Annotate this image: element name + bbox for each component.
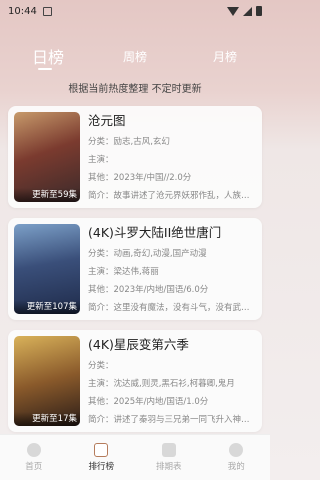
profile-icon (229, 443, 244, 457)
poster-image[interactable]: 更新至17集 (14, 336, 80, 426)
item-summary: 简介：讲述了秦羽与三兄弟一同飞升入神… (88, 415, 250, 425)
item-cast: 主演：沈达威,则灵,黑石衫,柯暮卿,鬼月 (88, 379, 235, 389)
tab-indicator (38, 68, 52, 70)
home-icon (26, 443, 41, 457)
nav-profile-label: 我的 (227, 462, 245, 472)
item-summary: 简介：故事讲述了沧元界妖邪作乱，人族… (88, 191, 250, 201)
calendar-icon (161, 443, 176, 457)
item-cast: 主演：梁达伟,蒋丽 (88, 267, 159, 277)
status-right (227, 6, 262, 16)
battery-icon (256, 6, 262, 16)
signal-icon (243, 6, 252, 16)
list-item[interactable]: 更新至17集 (4K)星辰变第六季 分类： 主演：沈达威,则灵,黑石衫,柯暮卿,… (8, 330, 262, 432)
tab-weekly[interactable]: 周榜 (123, 48, 147, 65)
nav-profile[interactable]: 我的 (203, 435, 271, 480)
item-info: (4K)星辰变第六季 分类： 主演：沈达威,则灵,黑石衫,柯暮卿,鬼月 其他：2… (88, 336, 256, 426)
list-item[interactable]: 更新至59集 沧元图 分类：励志,古风,玄幻 主演： 其他：2023年/中国//… (8, 106, 262, 208)
ranking-icon (94, 443, 109, 457)
tab-daily[interactable]: 日榜 (32, 44, 64, 68)
ranking-tabs: 日榜 周榜 月榜 (0, 44, 270, 70)
list-item[interactable]: 更新至107集 (4K)斗罗大陆II绝世唐门 分类：动画,奇幻,动漫,国产动漫 … (8, 218, 262, 320)
item-summary: 简介：这里没有魔法，没有斗气，没有武… (88, 303, 250, 313)
nav-home[interactable]: 首页 (0, 435, 68, 480)
episode-badge: 更新至107集 (14, 300, 80, 314)
item-info: (4K)斗罗大陆II绝世唐门 分类：动画,奇幻,动漫,国产动漫 主演：梁达伟,蒋… (88, 224, 256, 314)
item-other: 其他：2023年/内地/国语/6.0分 (88, 285, 209, 295)
item-title: (4K)星辰变第六季 (88, 337, 189, 352)
nav-schedule[interactable]: 排期表 (135, 435, 203, 480)
poster-image[interactable]: 更新至59集 (14, 112, 80, 202)
episode-badge: 更新至17集 (14, 412, 80, 426)
status-time: 10:44 (8, 5, 37, 17)
item-other: 其他：2023年/中国//2.0分 (88, 173, 192, 183)
episode-badge: 更新至59集 (14, 188, 80, 202)
item-category: 分类：动画,奇幻,动漫,国产动漫 (88, 249, 207, 259)
item-other: 其他：2025年/内地/国语/1.0分 (88, 397, 209, 407)
notification-icon (42, 6, 52, 16)
status-left: 10:44 (8, 6, 52, 17)
item-cast: 主演： (88, 155, 114, 165)
item-category: 分类：励志,古风,玄幻 (88, 137, 170, 147)
item-info: 沧元图 分类：励志,古风,玄幻 主演： 其他：2023年/中国//2.0分 简介… (88, 112, 256, 202)
item-title: (4K)斗罗大陆II绝世唐门 (88, 225, 222, 240)
nav-schedule-label: 排期表 (155, 462, 182, 472)
ranking-subtitle: 根据当前热度整理 不定时更新 (68, 84, 202, 95)
nav-ranking-label: 排行榜 (88, 462, 114, 472)
tab-monthly[interactable]: 月榜 (213, 48, 237, 65)
item-category: 分类： (88, 361, 114, 371)
nav-ranking[interactable]: 排行榜 (68, 435, 136, 480)
item-title: 沧元图 (88, 113, 126, 128)
bottom-nav: 首页 排行榜 排期表 我的 (0, 434, 270, 480)
nav-home-label: 首页 (25, 462, 43, 472)
status-bar: 10:44 (0, 0, 270, 22)
wifi-icon (227, 6, 239, 16)
poster-image[interactable]: 更新至107集 (14, 224, 80, 314)
